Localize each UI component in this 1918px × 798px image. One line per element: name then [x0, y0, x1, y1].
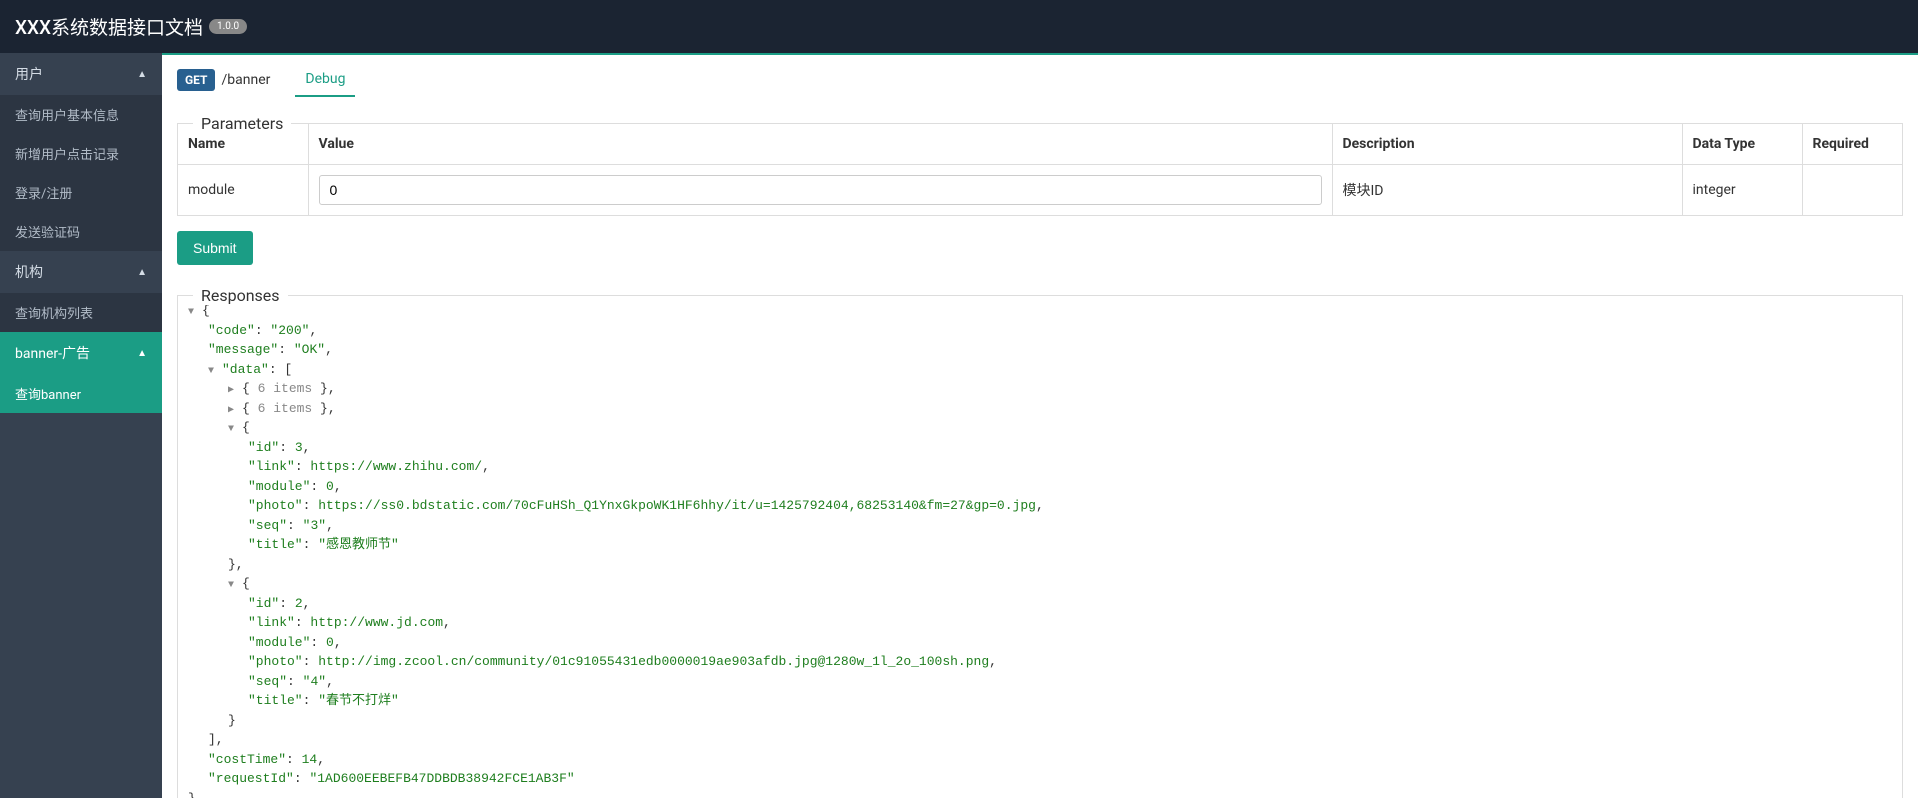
sidebar-group-label: 用户	[15, 64, 43, 84]
sidebar-group-banner[interactable]: banner-广告 ▲	[0, 332, 162, 374]
tab-debug[interactable]: Debug	[295, 63, 355, 97]
chevron-up-icon: ▲	[137, 267, 147, 278]
chevron-up-icon: ▲	[137, 348, 147, 359]
responses-legend: Responses	[193, 286, 288, 305]
param-name: module	[178, 165, 308, 216]
param-value-cell	[308, 165, 1332, 216]
param-description: 模块ID	[1332, 165, 1682, 216]
app-title: XXX系统数据接口文档	[15, 13, 203, 40]
sidebar-item-user-click[interactable]: 新增用户点击记录	[0, 134, 162, 173]
toggle-icon[interactable]: ▼	[208, 364, 220, 379]
param-required	[1802, 165, 1902, 216]
parameters-section: Parameters Name Value Description Data T…	[177, 123, 1903, 216]
sidebar-group-label: 机构	[15, 262, 43, 282]
endpoint-path: /banner	[221, 72, 270, 88]
col-value: Value	[308, 124, 1332, 165]
sidebar: 用户 ▲ 查询用户基本信息 新增用户点击记录 登录/注册 发送验证码 机构 ▲ …	[0, 53, 162, 798]
chevron-up-icon: ▲	[137, 69, 147, 80]
http-method-badge: GET	[177, 69, 215, 91]
responses-section: Responses ▼{ "code": "200", "message": "…	[177, 295, 1903, 798]
version-badge: 1.0.0	[209, 19, 247, 34]
col-description: Description	[1332, 124, 1682, 165]
toggle-icon[interactable]: ▼	[228, 422, 240, 437]
table-row: module 模块ID integer	[178, 165, 1902, 216]
parameters-legend: Parameters	[193, 114, 291, 133]
sidebar-item-login[interactable]: 登录/注册	[0, 173, 162, 212]
sidebar-item-user-info[interactable]: 查询用户基本信息	[0, 95, 162, 134]
toggle-icon[interactable]: ▶	[228, 383, 240, 398]
parameters-table: Name Value Description Data Type Require…	[178, 124, 1902, 215]
sidebar-item-verify[interactable]: 发送验证码	[0, 212, 162, 251]
col-required: Required	[1802, 124, 1902, 165]
col-datatype: Data Type	[1682, 124, 1802, 165]
json-response: ▼{ "code": "200", "message": "OK", ▼"dat…	[178, 296, 1902, 798]
toggle-icon[interactable]: ▶	[228, 403, 240, 418]
sidebar-group-label: banner-广告	[15, 343, 90, 363]
endpoint-header: GET /banner Debug	[162, 55, 1918, 98]
sidebar-group-users[interactable]: 用户 ▲	[0, 53, 162, 95]
toggle-icon[interactable]: ▼	[188, 305, 200, 320]
main-content: GET /banner Debug Parameters Name Value …	[162, 53, 1918, 798]
param-value-input[interactable]	[319, 175, 1322, 205]
sidebar-item-org-list[interactable]: 查询机构列表	[0, 293, 162, 332]
toggle-icon[interactable]: ▼	[228, 578, 240, 593]
sidebar-item-query-banner[interactable]: 查询banner	[0, 374, 162, 413]
sidebar-group-org[interactable]: 机构 ▲	[0, 251, 162, 293]
app-header: XXX系统数据接口文档 1.0.0	[0, 0, 1918, 53]
submit-button[interactable]: Submit	[177, 231, 253, 265]
param-datatype: integer	[1682, 165, 1802, 216]
